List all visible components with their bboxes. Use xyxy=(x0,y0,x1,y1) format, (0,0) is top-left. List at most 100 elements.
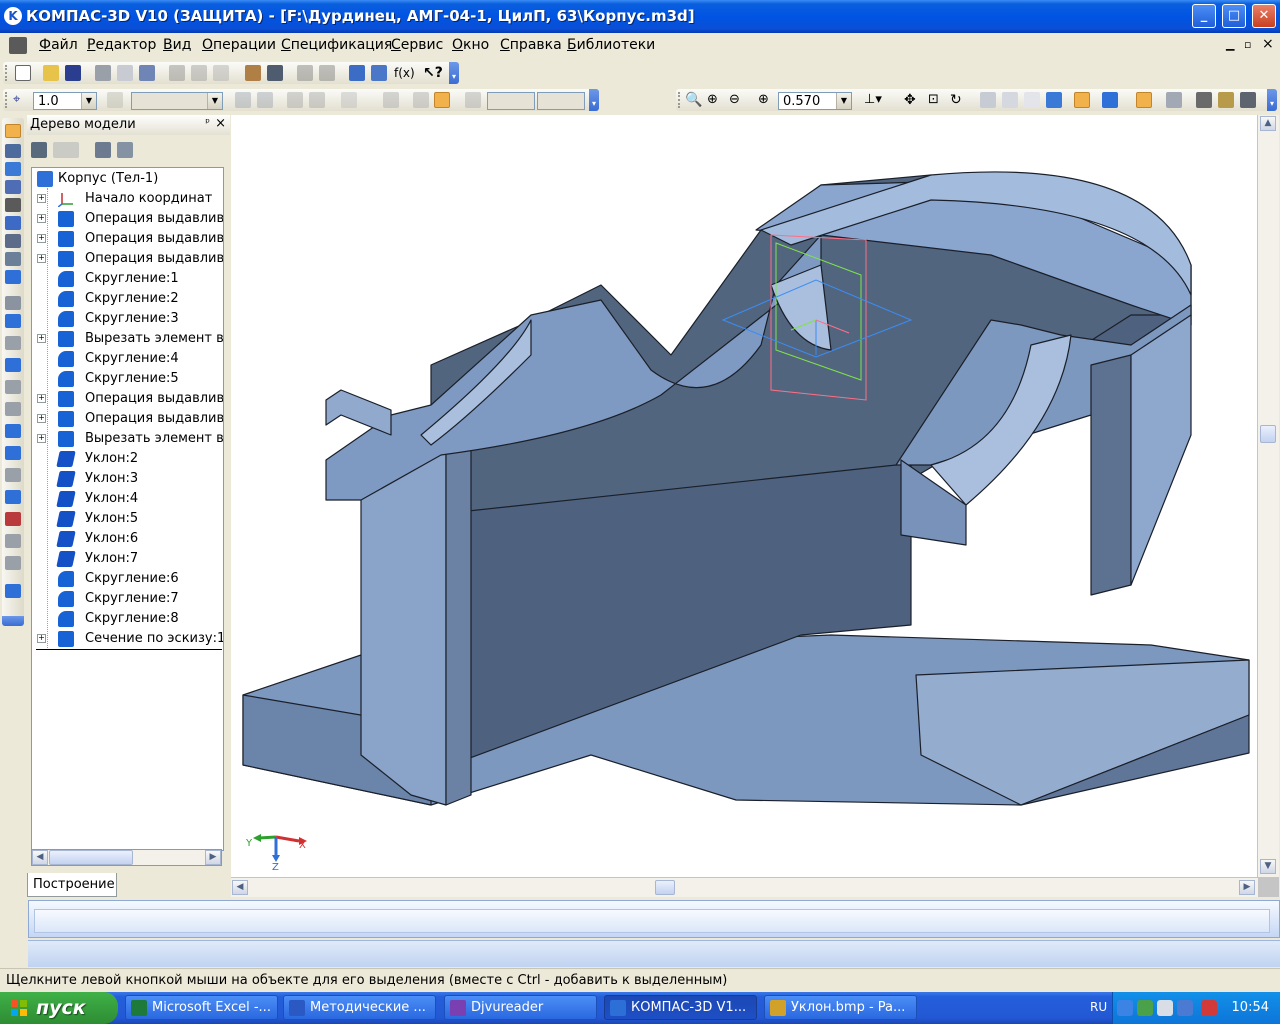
extrude-tool-icon[interactable] xyxy=(5,296,21,310)
expand-toggle[interactable]: + xyxy=(37,214,46,223)
3d-view[interactable]: X Y Z xyxy=(231,115,1257,877)
paste-icon[interactable] xyxy=(213,65,229,81)
tree-node[interactable]: Скругление:2 xyxy=(32,289,222,309)
tree-node[interactable]: Скругление:4 xyxy=(32,349,222,369)
arrays-icon[interactable] xyxy=(5,180,21,194)
spec-icon[interactable] xyxy=(5,252,21,266)
orient-icon[interactable] xyxy=(257,92,273,108)
round-icon[interactable] xyxy=(413,92,429,108)
properties-icon[interactable] xyxy=(139,65,155,81)
tree-node[interactable]: + Сечение по эскизу:1 xyxy=(32,629,223,649)
tree-node[interactable]: + Операция выдавлива xyxy=(32,389,223,409)
taskbar-button[interactable]: Методические ... xyxy=(283,995,436,1020)
taskbar-button[interactable]: КОМПАС-3D V1... xyxy=(604,995,757,1020)
minimize-button[interactable]: _ xyxy=(1192,4,1216,28)
rib-tool-icon[interactable] xyxy=(5,468,21,482)
tree-node[interactable]: Скругление:3 xyxy=(32,309,222,329)
app-icon[interactable]: K xyxy=(4,7,22,25)
shell-tool-icon[interactable] xyxy=(5,446,21,460)
document-icon[interactable] xyxy=(9,37,27,54)
coord-y-field[interactable] xyxy=(537,92,585,110)
zoom-combo[interactable]: 0.570 ▼ xyxy=(778,92,852,110)
doc-minimize-button[interactable]: ▁ xyxy=(1226,38,1234,51)
redo-icon[interactable] xyxy=(319,65,335,81)
menu-window[interactable]: Окно xyxy=(452,37,489,53)
tree-node[interactable]: Уклон:7 xyxy=(32,549,222,569)
wireframe-icon[interactable] xyxy=(980,92,996,108)
print-icon[interactable] xyxy=(95,65,111,81)
coords-icon[interactable] xyxy=(465,92,481,108)
spatial-curves-icon[interactable] xyxy=(5,144,21,158)
kinematic-tool-icon[interactable] xyxy=(5,336,21,350)
tray-network-icon[interactable] xyxy=(1157,1000,1173,1016)
tree-settings-icon[interactable] xyxy=(117,142,133,158)
zoom-in-icon[interactable]: ⊕ xyxy=(707,92,723,108)
shaded-icon[interactable] xyxy=(1046,92,1062,108)
tree-root[interactable]: Корпус (Тел-1) xyxy=(32,169,222,189)
grid-icon[interactable] xyxy=(341,92,357,108)
list-icon[interactable] xyxy=(267,65,283,81)
thread-tool-icon[interactable] xyxy=(5,534,21,548)
aux-geometry-icon[interactable] xyxy=(5,198,21,212)
zoom-scale-icon[interactable]: ⊕ xyxy=(758,92,774,108)
hidden-lines-icon[interactable] xyxy=(1002,92,1018,108)
tree-node[interactable]: + Операция выдавлива xyxy=(32,409,223,429)
horizontal-scrollbar[interactable]: ◀ ▶ xyxy=(231,878,1258,897)
pin-icon[interactable]: ᵖ xyxy=(205,116,210,129)
title-bar[interactable]: K КОМПАС-3D V10 (ЗАЩИТА) - [F:\Дурдинец,… xyxy=(0,0,1280,33)
orientation-dropdown-icon[interactable]: ⊥▾ xyxy=(864,92,882,108)
hole-tool-icon[interactable] xyxy=(5,490,21,504)
surfaces-icon[interactable] xyxy=(5,162,21,176)
expand-toggle[interactable]: + xyxy=(37,254,46,263)
vertical-scroll-thumb[interactable] xyxy=(1260,425,1276,443)
menu-help[interactable]: Справка xyxy=(500,37,562,53)
perspective-icon[interactable] xyxy=(1102,92,1118,108)
fillet-tool-icon[interactable] xyxy=(5,424,21,438)
tree-node[interactable]: Скругление:8 xyxy=(32,609,222,629)
show-all-icon[interactable] xyxy=(1136,92,1152,108)
monitor-icon[interactable] xyxy=(1240,92,1256,108)
close-button[interactable]: ✕ xyxy=(1252,4,1276,28)
tree-node[interactable]: Уклон:2 xyxy=(32,449,222,469)
zoom-window-icon[interactable]: 🔍 xyxy=(685,92,702,108)
tray-arrow-icon[interactable] xyxy=(1117,1000,1133,1016)
start-button[interactable]: пуск xyxy=(0,992,118,1024)
tree-node[interactable]: Скругление:7 xyxy=(32,589,222,609)
tree-node[interactable]: + Операция выдавлива xyxy=(32,209,223,229)
rotate-tool-icon[interactable] xyxy=(5,314,21,328)
viewport-scroll-right-button[interactable]: ▶ xyxy=(1239,880,1255,895)
expand-toggle[interactable]: + xyxy=(37,634,46,643)
menu-edit[interactable]: Редактор xyxy=(87,37,156,53)
pan-icon[interactable]: ✥ xyxy=(904,92,920,108)
library-icon[interactable] xyxy=(371,65,387,81)
filters-icon[interactable] xyxy=(5,234,21,248)
expand-toggle[interactable]: + xyxy=(37,234,46,243)
expand-toggle[interactable]: + xyxy=(37,194,46,203)
draft-tool-icon[interactable] xyxy=(5,512,21,526)
tray-antivirus-icon[interactable] xyxy=(1201,1000,1217,1016)
layer-combo[interactable]: ▼ xyxy=(131,92,223,110)
tree-structure-icon[interactable] xyxy=(31,142,47,158)
tab-construction[interactable]: Построение xyxy=(27,873,117,897)
coord-x-field[interactable] xyxy=(487,92,535,110)
menu-service[interactable]: Сервис xyxy=(391,37,443,53)
taskbar-button[interactable]: Djvureader xyxy=(444,995,597,1020)
hidden-thin-icon[interactable] xyxy=(1024,92,1040,108)
scroll-right-button[interactable]: ▶ xyxy=(205,850,221,865)
scroll-left-button[interactable]: ◀ xyxy=(32,850,48,865)
copy-icon[interactable] xyxy=(191,65,207,81)
new-document-icon[interactable] xyxy=(15,65,31,81)
expand-toggle[interactable]: + xyxy=(37,434,46,443)
measure-icon[interactable] xyxy=(5,216,21,230)
language-indicator[interactable]: RU xyxy=(1090,1000,1107,1014)
print-preview-icon[interactable] xyxy=(117,65,133,81)
section-tool-icon[interactable] xyxy=(5,556,21,570)
tree-filter-icon[interactable] xyxy=(53,142,79,158)
magnet-icon[interactable] xyxy=(309,92,325,108)
tree-node[interactable]: + Вырезать элемент вы xyxy=(32,329,223,349)
scroll-down-button[interactable]: ▼ xyxy=(1260,859,1276,874)
doc-restore-button[interactable]: ▫ xyxy=(1244,38,1251,51)
tree-node[interactable]: Уклон:4 xyxy=(32,489,222,509)
tray-monitor-icon[interactable] xyxy=(1177,1000,1193,1016)
tree-view-icon[interactable] xyxy=(95,142,111,158)
